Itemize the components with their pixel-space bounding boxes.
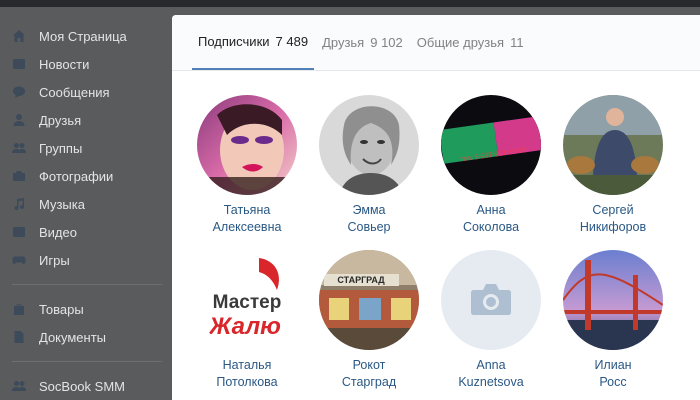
tab-label: Подписчики bbox=[198, 33, 270, 49]
tab-mutual-friends[interactable]: Общие друзья 11 bbox=[411, 15, 530, 70]
news-icon bbox=[12, 57, 26, 71]
sidebar-item-label: SocBook SMM bbox=[39, 378, 125, 394]
gamepad-icon bbox=[12, 253, 26, 267]
bag-icon bbox=[12, 302, 26, 316]
person-name[interactable]: Рокот Старград bbox=[308, 357, 430, 391]
person-card[interactable]: Мастер Жалю Наталья Потолкова bbox=[186, 250, 308, 391]
sidebar-item-label: Документы bbox=[39, 329, 107, 345]
store-sign-text: СТАРГРАД bbox=[337, 275, 385, 285]
sidebar-item-label: Фотографии bbox=[39, 168, 114, 184]
tab-count: 11 bbox=[510, 34, 524, 50]
sidebar-item-label: Моя Страница bbox=[39, 28, 127, 44]
person-card[interactable]: Илиан Росс bbox=[552, 250, 674, 391]
person-card[interactable]: Татьяна Алексеевна bbox=[186, 95, 308, 236]
logo-text-master: Мастер bbox=[213, 292, 282, 313]
logo-text-zhalyu: Жалю bbox=[207, 313, 281, 340]
person-card[interactable]: Сергей Никифоров bbox=[552, 95, 674, 236]
sidebar-item-video[interactable]: Видео bbox=[0, 218, 172, 246]
avatar[interactable]: тел. 8-937-967-62-58 bbox=[441, 95, 541, 195]
avatar-placeholder[interactable] bbox=[441, 250, 541, 350]
person-card[interactable]: СТАРГРАД Рокот Старград bbox=[308, 250, 430, 391]
tab-friends[interactable]: Друзья 9 102 bbox=[316, 15, 409, 70]
home-icon bbox=[12, 29, 26, 43]
sidebar-item-label: Видео bbox=[39, 224, 77, 240]
sidebar-item-messages[interactable]: Сообщения bbox=[0, 78, 172, 106]
sidebar-item-label: Игры bbox=[39, 252, 70, 268]
users-icon bbox=[12, 379, 26, 393]
person-name[interactable]: Татьяна Алексеевна bbox=[186, 202, 308, 236]
avatar[interactable] bbox=[563, 250, 663, 350]
messages-icon bbox=[12, 85, 26, 99]
avatar[interactable]: СТАРГРАД bbox=[319, 250, 419, 350]
document-icon bbox=[12, 330, 26, 344]
person-name[interactable]: Илиан Росс bbox=[552, 357, 674, 391]
person-card[interactable]: Эмма Совьер bbox=[308, 95, 430, 236]
groups-icon bbox=[12, 141, 26, 155]
person-name[interactable]: Анна Соколова bbox=[430, 202, 552, 236]
followers-modal: Подписчики 7 489 Друзья 9 102 Общие друз… bbox=[172, 15, 700, 400]
person-card[interactable]: тел. 8-937-967-62-58 Анна Соколова bbox=[430, 95, 552, 236]
sidebar-item-music[interactable]: Музыка bbox=[0, 190, 172, 218]
video-icon bbox=[12, 225, 26, 239]
tab-count: 9 102 bbox=[370, 34, 403, 50]
avatar[interactable] bbox=[197, 95, 297, 195]
sidebar-item-documents[interactable]: Документы bbox=[0, 323, 172, 351]
sidebar-item-label: Музыка bbox=[39, 196, 85, 212]
tab-label: Друзья bbox=[322, 34, 365, 50]
person-name[interactable]: Эмма Совьер bbox=[308, 202, 430, 236]
sidebar-item-socbook-smm[interactable]: SocBook SMM bbox=[0, 372, 172, 400]
sidebar-item-my-page[interactable]: Моя Страница bbox=[0, 22, 172, 50]
tabs-bar: Подписчики 7 489 Друзья 9 102 Общие друз… bbox=[172, 15, 700, 71]
sidebar-item-label: Сообщения bbox=[39, 84, 110, 100]
avatar[interactable]: Мастер Жалю bbox=[197, 250, 297, 350]
person-name[interactable]: Наталья Потолкова bbox=[186, 357, 308, 391]
person-name[interactable]: Anna Kuznetsova bbox=[430, 357, 552, 391]
sidebar-item-label: Товары bbox=[39, 301, 84, 317]
tab-count: 7 489 bbox=[275, 33, 309, 49]
sidebar-divider bbox=[12, 284, 162, 285]
sidebar-item-friends[interactable]: Друзья bbox=[0, 106, 172, 134]
sidebar-item-groups[interactable]: Группы bbox=[0, 134, 172, 162]
sidebar-item-news[interactable]: Новости bbox=[0, 50, 172, 78]
camera-icon bbox=[12, 169, 26, 183]
sidebar-item-photos[interactable]: Фотографии bbox=[0, 162, 172, 190]
user-icon bbox=[12, 113, 26, 127]
avatar[interactable] bbox=[319, 95, 419, 195]
left-sidebar-menu: Моя Страница Новости Сообщения Друзья Гр… bbox=[0, 22, 172, 400]
sidebar-item-goods[interactable]: Товары bbox=[0, 295, 172, 323]
top-header-bar bbox=[0, 0, 700, 7]
sidebar-item-label: Друзья bbox=[39, 112, 82, 128]
sidebar-divider bbox=[12, 361, 162, 362]
sidebar-item-label: Группы bbox=[39, 140, 83, 156]
tab-followers[interactable]: Подписчики 7 489 bbox=[192, 15, 315, 70]
sidebar-item-games[interactable]: Игры bbox=[0, 246, 172, 274]
avatar[interactable] bbox=[563, 95, 663, 195]
person-card[interactable]: Anna Kuznetsova bbox=[430, 250, 552, 391]
person-name[interactable]: Сергей Никифоров bbox=[552, 202, 674, 236]
tab-label: Общие друзья bbox=[416, 34, 505, 50]
music-icon bbox=[12, 197, 26, 211]
sidebar-item-label: Новости bbox=[39, 56, 90, 72]
